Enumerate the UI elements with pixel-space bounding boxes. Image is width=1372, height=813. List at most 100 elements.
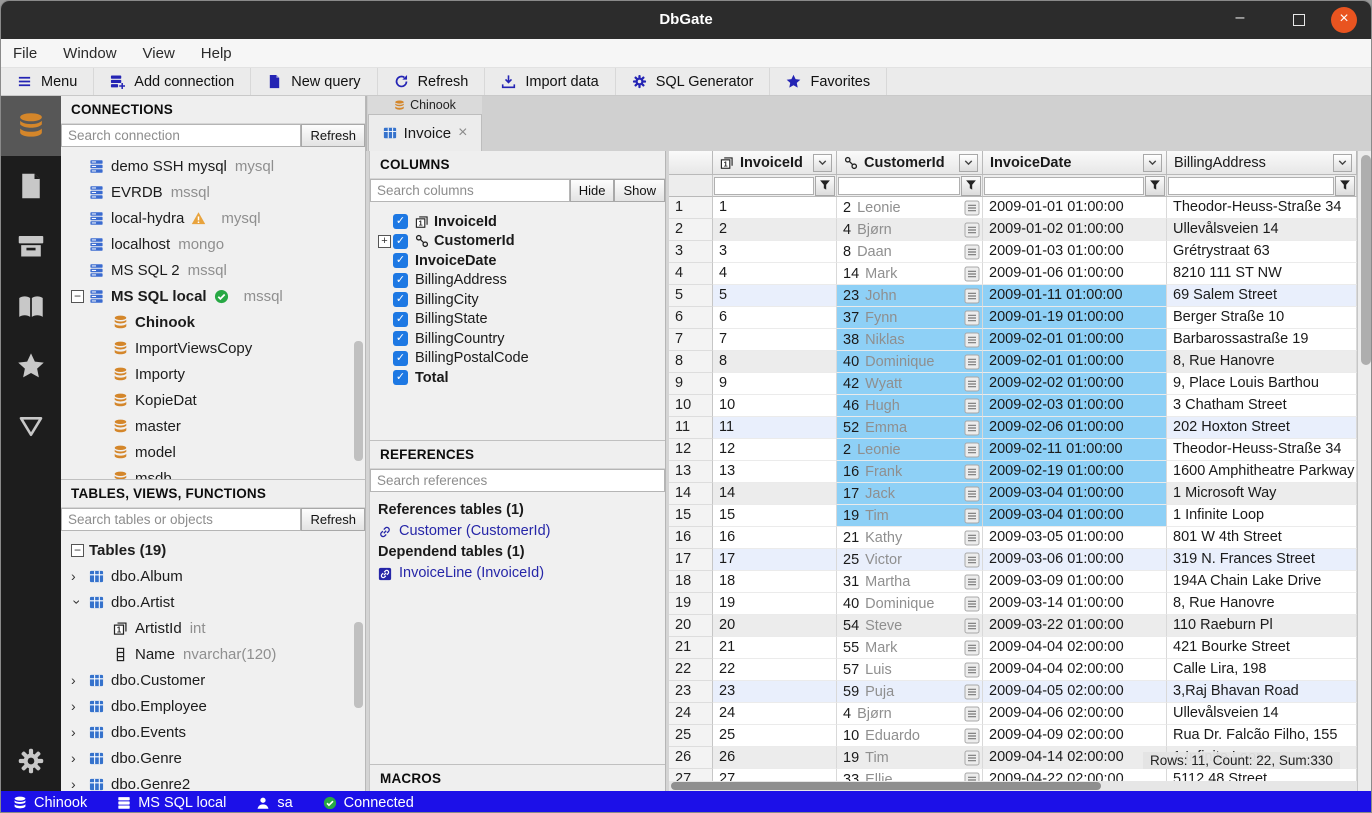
customer-id-cell[interactable]: 25 Victor — [837, 549, 983, 571]
customer-id-cell[interactable]: 38 Niklas — [837, 329, 983, 351]
column-list-item[interactable]: ✓ BillingState — [378, 310, 665, 330]
column-checkbox[interactable]: ✓ — [393, 214, 408, 229]
status-bar-item[interactable]: sa — [256, 795, 292, 811]
maximize-button[interactable] — [1293, 14, 1305, 26]
toolbar-button[interactable]: Add connection — [94, 68, 251, 95]
invoice-id-cell[interactable]: 19 — [713, 593, 837, 615]
row-number-cell[interactable]: 2 — [669, 219, 713, 241]
connection-item[interactable]: MS SQL 2 mssql — [61, 257, 365, 283]
open-reference-icon[interactable] — [964, 772, 980, 782]
column-menu-button[interactable] — [1143, 154, 1162, 172]
customer-id-cell[interactable]: 16 Frank — [837, 461, 983, 483]
open-reference-icon[interactable] — [964, 684, 980, 700]
row-number-cell[interactable]: 12 — [669, 439, 713, 461]
column-list-item[interactable]: ✓ BillingCity — [378, 290, 665, 310]
invoice-id-cell[interactable]: 23 — [713, 681, 837, 703]
invoice-date-cell[interactable]: 2009-04-22 02:00:00 — [983, 769, 1167, 781]
billing-address-cell[interactable]: 801 W 4th Street — [1167, 527, 1357, 549]
close-button[interactable]: × — [1331, 7, 1357, 33]
billing-address-cell[interactable]: 3 Chatham Street — [1167, 395, 1357, 417]
open-reference-icon[interactable] — [964, 266, 980, 282]
customer-id-cell[interactable]: 8 Daan — [837, 241, 983, 263]
scrollbar-thumb[interactable] — [671, 782, 1101, 790]
billing-address-cell[interactable]: Barbarossastraße 19 — [1167, 329, 1357, 351]
invoice-id-cell[interactable]: 5 — [713, 285, 837, 307]
customer-id-cell[interactable]: 4 Bjørn — [837, 219, 983, 241]
billing-address-cell[interactable]: Grétrystraat 63 — [1167, 241, 1357, 263]
connection-item[interactable]: master — [61, 413, 365, 439]
search-tables-input[interactable] — [61, 508, 301, 531]
expander-icon[interactable]: + — [378, 235, 391, 248]
table-tree-item[interactable]: › dbo.Artist — [61, 589, 365, 615]
invoice-id-cell[interactable]: 16 — [713, 527, 837, 549]
invoice-date-cell[interactable]: 2009-02-06 01:00:00 — [983, 417, 1167, 439]
row-number-cell[interactable]: 4 — [669, 263, 713, 285]
invoice-id-cell[interactable]: 18 — [713, 571, 837, 593]
open-reference-icon[interactable] — [964, 486, 980, 502]
invoice-date-cell[interactable]: 2009-02-19 01:00:00 — [983, 461, 1167, 483]
table-tree-item[interactable]: › dbo.Customer — [61, 667, 365, 693]
invoice-date-cell[interactable]: 2009-04-14 02:00:00 — [983, 747, 1167, 769]
invoice-id-cell[interactable]: 25 — [713, 725, 837, 747]
customer-id-cell[interactable]: 17 Jack — [837, 483, 983, 505]
billing-address-cell[interactable]: 319 N. Frances Street — [1167, 549, 1357, 571]
open-reference-icon[interactable] — [964, 640, 980, 656]
row-number-cell[interactable]: 8 — [669, 351, 713, 373]
expander-icon[interactable]: › — [71, 568, 89, 584]
invoice-date-cell[interactable]: 2009-04-09 02:00:00 — [983, 725, 1167, 747]
column-checkbox[interactable]: ✓ — [393, 234, 408, 249]
open-reference-icon[interactable] — [964, 222, 980, 238]
open-reference-icon[interactable] — [964, 574, 980, 590]
invoice-date-cell[interactable]: 2009-01-06 01:00:00 — [983, 263, 1167, 285]
column-checkbox[interactable]: ✓ — [393, 253, 408, 268]
row-number-cell[interactable]: 25 — [669, 725, 713, 747]
toolbar-button[interactable]: New query — [251, 68, 377, 95]
billing-address-cell[interactable]: Berger Straße 10 — [1167, 307, 1357, 329]
column-checkbox[interactable]: ✓ — [393, 351, 408, 366]
billing-address-cell[interactable]: 5112 48 Street — [1167, 769, 1357, 781]
invoice-id-cell[interactable]: 7 — [713, 329, 837, 351]
connection-item[interactable]: Importy — [61, 361, 365, 387]
column-list-item[interactable]: ✓ Total — [378, 368, 665, 388]
open-reference-icon[interactable] — [964, 420, 980, 436]
open-reference-icon[interactable] — [964, 618, 980, 634]
customer-id-cell[interactable]: 31 Martha — [837, 571, 983, 593]
grid-horizontal-scrollbar[interactable] — [669, 781, 1357, 791]
column-header[interactable]: CustomerId — [837, 151, 983, 175]
filter-button[interactable] — [1335, 176, 1355, 196]
customer-id-cell[interactable]: 37 Fynn — [837, 307, 983, 329]
invoice-id-cell[interactable]: 10 — [713, 395, 837, 417]
row-number-cell[interactable]: 14 — [669, 483, 713, 505]
column-menu-button[interactable] — [813, 154, 832, 172]
invoice-id-cell[interactable]: 17 — [713, 549, 837, 571]
invoice-id-cell[interactable]: 27 — [713, 769, 837, 781]
row-number-cell[interactable]: 17 — [669, 549, 713, 571]
column-checkbox[interactable]: ✓ — [393, 312, 408, 327]
row-number-cell[interactable]: 9 — [669, 373, 713, 395]
customer-id-cell[interactable]: 59 Puja — [837, 681, 983, 703]
invoice-date-cell[interactable]: 2009-03-22 01:00:00 — [983, 615, 1167, 637]
open-reference-icon[interactable] — [964, 376, 980, 392]
invoice-id-cell[interactable]: 20 — [713, 615, 837, 637]
customer-id-cell[interactable]: 40 Dominique — [837, 593, 983, 615]
column-filter-input[interactable] — [838, 177, 960, 195]
filter-button[interactable] — [1145, 176, 1165, 196]
filter-button[interactable] — [815, 176, 835, 196]
table-tree-item[interactable]: − Tables (19) — [61, 537, 365, 563]
table-tree-item[interactable]: Name nvarchar(120) — [61, 641, 365, 667]
column-header[interactable]: 1 InvoiceId — [713, 151, 837, 175]
customer-id-cell[interactable]: 46 Hugh — [837, 395, 983, 417]
connection-item[interactable]: ImportViewsCopy — [61, 335, 365, 361]
row-number-cell[interactable]: 16 — [669, 527, 713, 549]
invoice-date-cell[interactable]: 2009-03-06 01:00:00 — [983, 549, 1167, 571]
invoice-id-cell[interactable]: 8 — [713, 351, 837, 373]
expander-icon[interactable]: › — [71, 776, 89, 791]
connection-item[interactable]: EVRDB mssql — [61, 179, 365, 205]
column-list-item[interactable]: ✓ 1 InvoiceId — [378, 212, 665, 232]
invoice-date-cell[interactable]: 2009-02-01 01:00:00 — [983, 329, 1167, 351]
row-number-cell[interactable]: 15 — [669, 505, 713, 527]
search-columns-input[interactable] — [370, 179, 570, 202]
customer-id-cell[interactable]: 2 Leonie — [837, 197, 983, 219]
row-number-cell[interactable]: 20 — [669, 615, 713, 637]
invoice-date-cell[interactable]: 2009-04-04 02:00:00 — [983, 637, 1167, 659]
